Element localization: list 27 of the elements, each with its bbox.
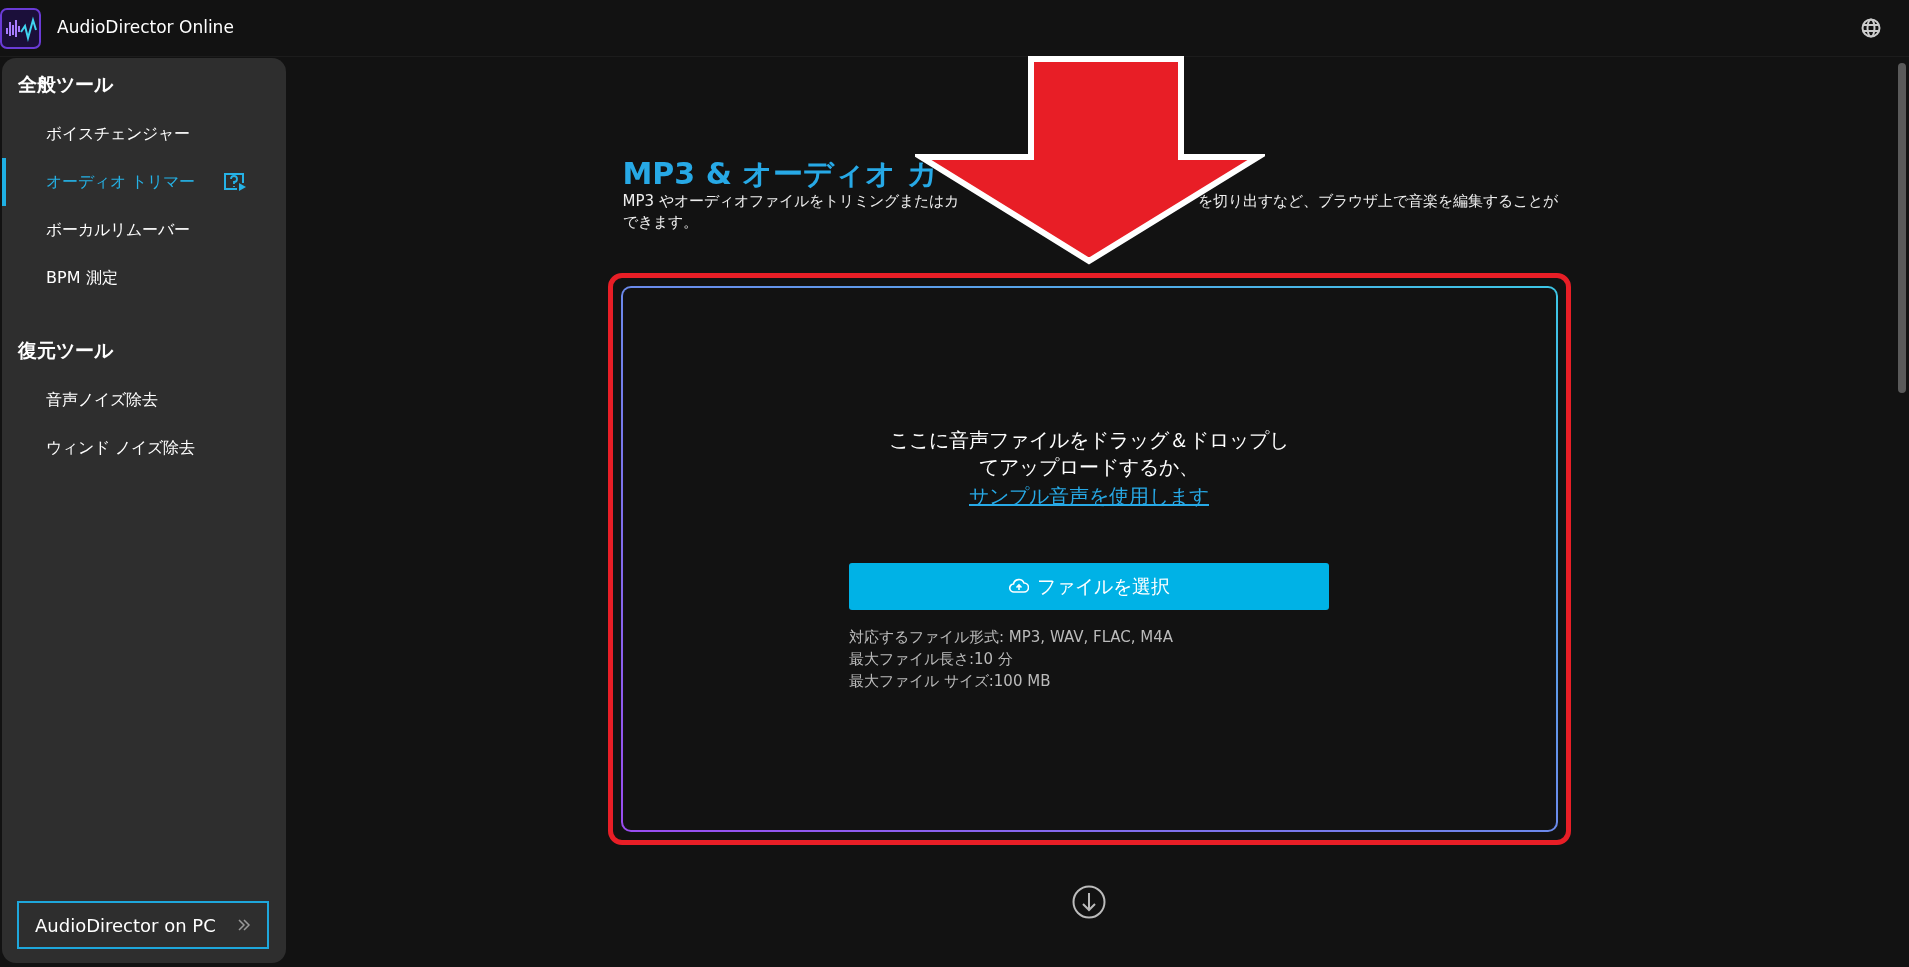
drop-prompt: ここに音声ファイルをドラッグ＆ドロップしてアップロードするか、 [888, 426, 1290, 481]
drop-zone[interactable]: ここに音声ファイルをドラッグ＆ドロップしてアップロードするか、 サンプル音声を使用します ファイルを選択 対応するファイル形式: MP3, WAV, FLAC, M4A 最大ファイル長さ:10 分 最大ファイル サイズ:100 MB [620, 286, 1558, 832]
file-requirement: 最大ファイル長さ:10 分 [849, 649, 1013, 668]
file-requirement: 対応するファイル形式: MP3, WAV, FLAC, M4A [849, 627, 1174, 646]
sidebar-item[interactable]: ボーカルリムーバー [2, 206, 286, 254]
sample-audio-link[interactable]: サンプル音声を使用します [969, 480, 1209, 511]
description-text: MP3 やオーディオファイルをトリミングまたはカ [622, 191, 959, 212]
description-text: できます。 [622, 213, 698, 231]
section-heading: 全般ツール [18, 73, 113, 95]
sidebar-item[interactable]: BPM 測定 [2, 254, 286, 302]
page-title: MP3 & オーディオ カ [622, 157, 938, 190]
app-logo [0, 7, 41, 49]
scrollbar[interactable] [1898, 63, 1906, 393]
help-video-icon[interactable] [223, 172, 248, 192]
double-chevron-icon [237, 919, 251, 931]
scroll-down-icon[interactable] [1072, 885, 1106, 919]
section-heading: 復元ツール [18, 339, 113, 361]
audiodirector-pc-button[interactable]: AudioDirector on PC [17, 901, 269, 949]
description-text: を切り出すなど、ブラウザ上で音楽を編集することが [1197, 191, 1558, 212]
sidebar-item[interactable]: オーディオ トリマー [2, 158, 286, 206]
globe-icon[interactable] [1861, 18, 1881, 38]
sidebar-item[interactable]: 音声ノイズ除去 [2, 376, 286, 424]
file-requirement: 最大ファイル サイズ:100 MB [849, 671, 1051, 690]
sidebar-item[interactable]: ウィンド ノイズ除去 [2, 424, 286, 472]
app-name: AudioDirector Online [57, 16, 234, 40]
cloud-upload-icon [1008, 578, 1029, 594]
sidebar-item[interactable]: ボイスチェンジャー [2, 110, 286, 158]
